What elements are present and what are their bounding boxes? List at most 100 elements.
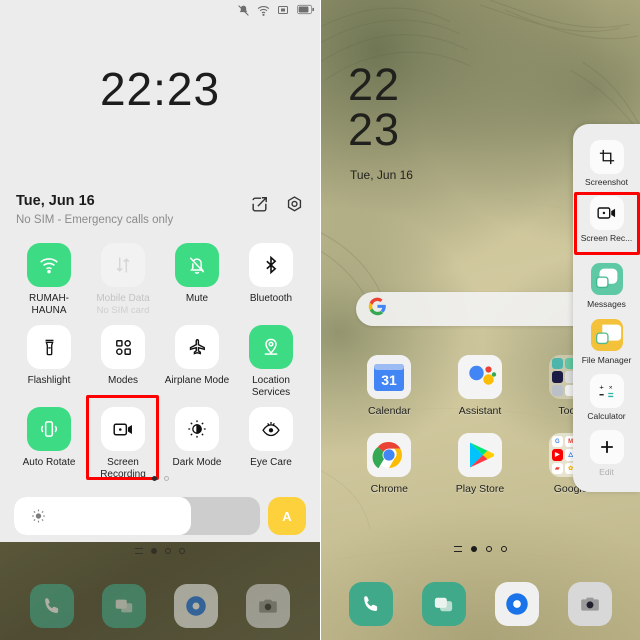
play-store-icon[interactable] <box>457 433 502 477</box>
toolbar-item-screen-recording[interactable]: Screen Rec... <box>573 192 640 248</box>
dock-camera-icon[interactable] <box>567 582 612 626</box>
dock-phone-icon[interactable] <box>348 582 393 626</box>
sim-status-label: No SIM - Emergency calls only <box>16 214 174 226</box>
tile-mobile-data[interactable]: Mobile Data No SIM card <box>86 243 160 317</box>
tile-mobile-data-button[interactable] <box>101 243 145 287</box>
edit-tiles-icon[interactable] <box>250 195 269 214</box>
dock-browser-icon[interactable] <box>174 584 218 628</box>
tile-modes[interactable]: Modes <box>86 325 160 399</box>
brightness-sun-icon <box>31 509 46 524</box>
left-page-dot-2[interactable] <box>151 548 157 554</box>
app-play-store[interactable]: Play Store <box>435 433 526 495</box>
screen-record-icon[interactable] <box>589 196 624 230</box>
floating-assistive-toolbar: Screenshot Screen Rec... Messages File M… <box>573 124 640 492</box>
app-calendar[interactable]: 31 Calendar <box>344 355 435 417</box>
dock-camera-icon[interactable] <box>246 584 290 628</box>
app-chrome[interactable]: Chrome <box>344 433 435 495</box>
tile-flashlight[interactable]: Flashlight <box>12 325 86 399</box>
tile-bluetooth[interactable]: Bluetooth <box>234 243 308 317</box>
screenshot-root: 22:23 Tue, Jun 16 No SIM - Emergency cal… <box>0 0 640 640</box>
screenshot-crop-icon[interactable] <box>589 140 624 174</box>
tile-mute[interactable]: Mute <box>160 243 234 317</box>
folder-cell <box>551 358 563 370</box>
toolbar-item-messages[interactable]: Messages <box>573 258 640 314</box>
chrome-icon[interactable] <box>367 433 412 477</box>
tile-mobile-data-sub: No SIM card <box>96 305 150 316</box>
left-home-page-dots[interactable] <box>0 548 320 554</box>
home-clock-hours: 22 <box>348 59 401 110</box>
messages-app-icon[interactable] <box>590 262 624 296</box>
left-page-dot-4[interactable] <box>179 548 185 554</box>
dock-messages-icon[interactable] <box>421 582 466 626</box>
quick-settings-page-dots[interactable] <box>0 476 320 481</box>
tile-modes-button[interactable] <box>101 325 145 369</box>
tile-mobile-data-label: Mobile Data <box>96 293 150 304</box>
tile-airplane-mode[interactable]: Airplane Mode <box>160 325 234 399</box>
quick-settings-clock: 22:23 <box>99 63 221 115</box>
calculator-icon[interactable]: + × <box>589 374 624 408</box>
tile-flashlight-label: Flashlight <box>27 375 71 386</box>
home-clock-minutes: 23 <box>348 104 401 155</box>
left-page-dot-3[interactable] <box>165 548 171 554</box>
calendar-icon[interactable]: 31 <box>367 355 412 399</box>
battery-icon <box>297 4 314 17</box>
tile-auto-rotate-button[interactable] <box>27 407 71 451</box>
toolbar-item-file-manager[interactable]: File Manager <box>573 314 640 370</box>
qs-page-dot-2[interactable] <box>163 476 169 481</box>
left-page-dot-menu[interactable] <box>135 548 143 554</box>
tile-wifi-button[interactable] <box>27 243 71 287</box>
toolbar-item-screenshot[interactable]: Screenshot <box>573 136 640 192</box>
toolbar-item-edit[interactable]: Edit <box>573 426 640 482</box>
tile-screen-recording-button[interactable] <box>101 407 145 451</box>
date-row: Tue, Jun 16 No SIM - Emergency calls onl… <box>16 192 304 229</box>
quick-settings-tiles: RUMAH-HAUNA Mobile Data No SIM card Mute… <box>12 243 308 481</box>
tile-airplane-button[interactable] <box>175 325 219 369</box>
home-clock: 22 23 <box>348 62 400 152</box>
tile-bluetooth-button[interactable] <box>249 243 293 287</box>
tile-screen-recording[interactable]: Screen Recording <box>86 407 160 481</box>
tile-wifi-label: RUMAH-HAUNA <box>29 293 69 316</box>
home-page-dot-2[interactable] <box>470 546 477 552</box>
app-assistant[interactable]: Assistant <box>435 355 526 417</box>
date-block: Tue, Jun 16 No SIM - Emergency calls onl… <box>16 192 173 229</box>
brightness-slider[interactable] <box>14 497 260 535</box>
svg-text:+: + <box>599 382 604 391</box>
home-page-dots[interactable] <box>320 546 640 552</box>
tile-mute-button[interactable] <box>175 243 219 287</box>
tile-dark-mode-button[interactable] <box>175 407 219 451</box>
settings-gear-icon[interactable] <box>285 195 304 214</box>
home-date-label: Tue, Jun 16 <box>350 168 413 182</box>
dock-phone-icon[interactable] <box>30 584 74 628</box>
auto-brightness-button[interactable]: A <box>268 497 306 535</box>
dock-browser-icon[interactable] <box>494 582 539 626</box>
qs-page-dot-1[interactable] <box>151 476 157 481</box>
tile-auto-rotate[interactable]: Auto Rotate <box>12 407 86 481</box>
screenshot-icon <box>277 4 290 17</box>
tile-eye-care[interactable]: Eye Care <box>234 407 308 481</box>
home-page-dot-menu[interactable] <box>453 546 462 552</box>
tile-bluetooth-label: Bluetooth <box>249 293 293 304</box>
google-g-icon <box>368 297 387 321</box>
folder-cell: ▶ <box>551 449 563 461</box>
file-manager-icon[interactable] <box>590 318 624 352</box>
tile-location-services[interactable]: Location Services <box>234 325 308 399</box>
status-bar <box>237 2 314 18</box>
tile-location-button[interactable] <box>249 325 293 369</box>
toolbar-item-messages-label: Messages <box>587 299 626 309</box>
tile-location-label: Location Services <box>251 375 291 398</box>
tile-wifi[interactable]: RUMAH-HAUNA <box>12 243 86 317</box>
tile-airplane-label: Airplane Mode <box>164 375 230 386</box>
toolbar-item-calculator[interactable]: + × Calculator <box>573 370 640 426</box>
dock-messages-icon[interactable] <box>102 584 146 628</box>
plus-add-icon[interactable] <box>589 430 624 464</box>
home-page-dot-4[interactable] <box>500 546 507 552</box>
tile-flashlight-button[interactable] <box>27 325 71 369</box>
tile-dark-mode[interactable]: Dark Mode <box>160 407 234 481</box>
assistant-icon[interactable] <box>457 355 502 399</box>
left-home-peek <box>0 542 320 640</box>
tile-eye-care-button[interactable] <box>249 407 293 451</box>
home-page-dot-3[interactable] <box>485 546 492 552</box>
folder-cell: ▰ <box>551 462 563 474</box>
qs-actions <box>250 192 304 214</box>
home-dock <box>320 582 640 626</box>
